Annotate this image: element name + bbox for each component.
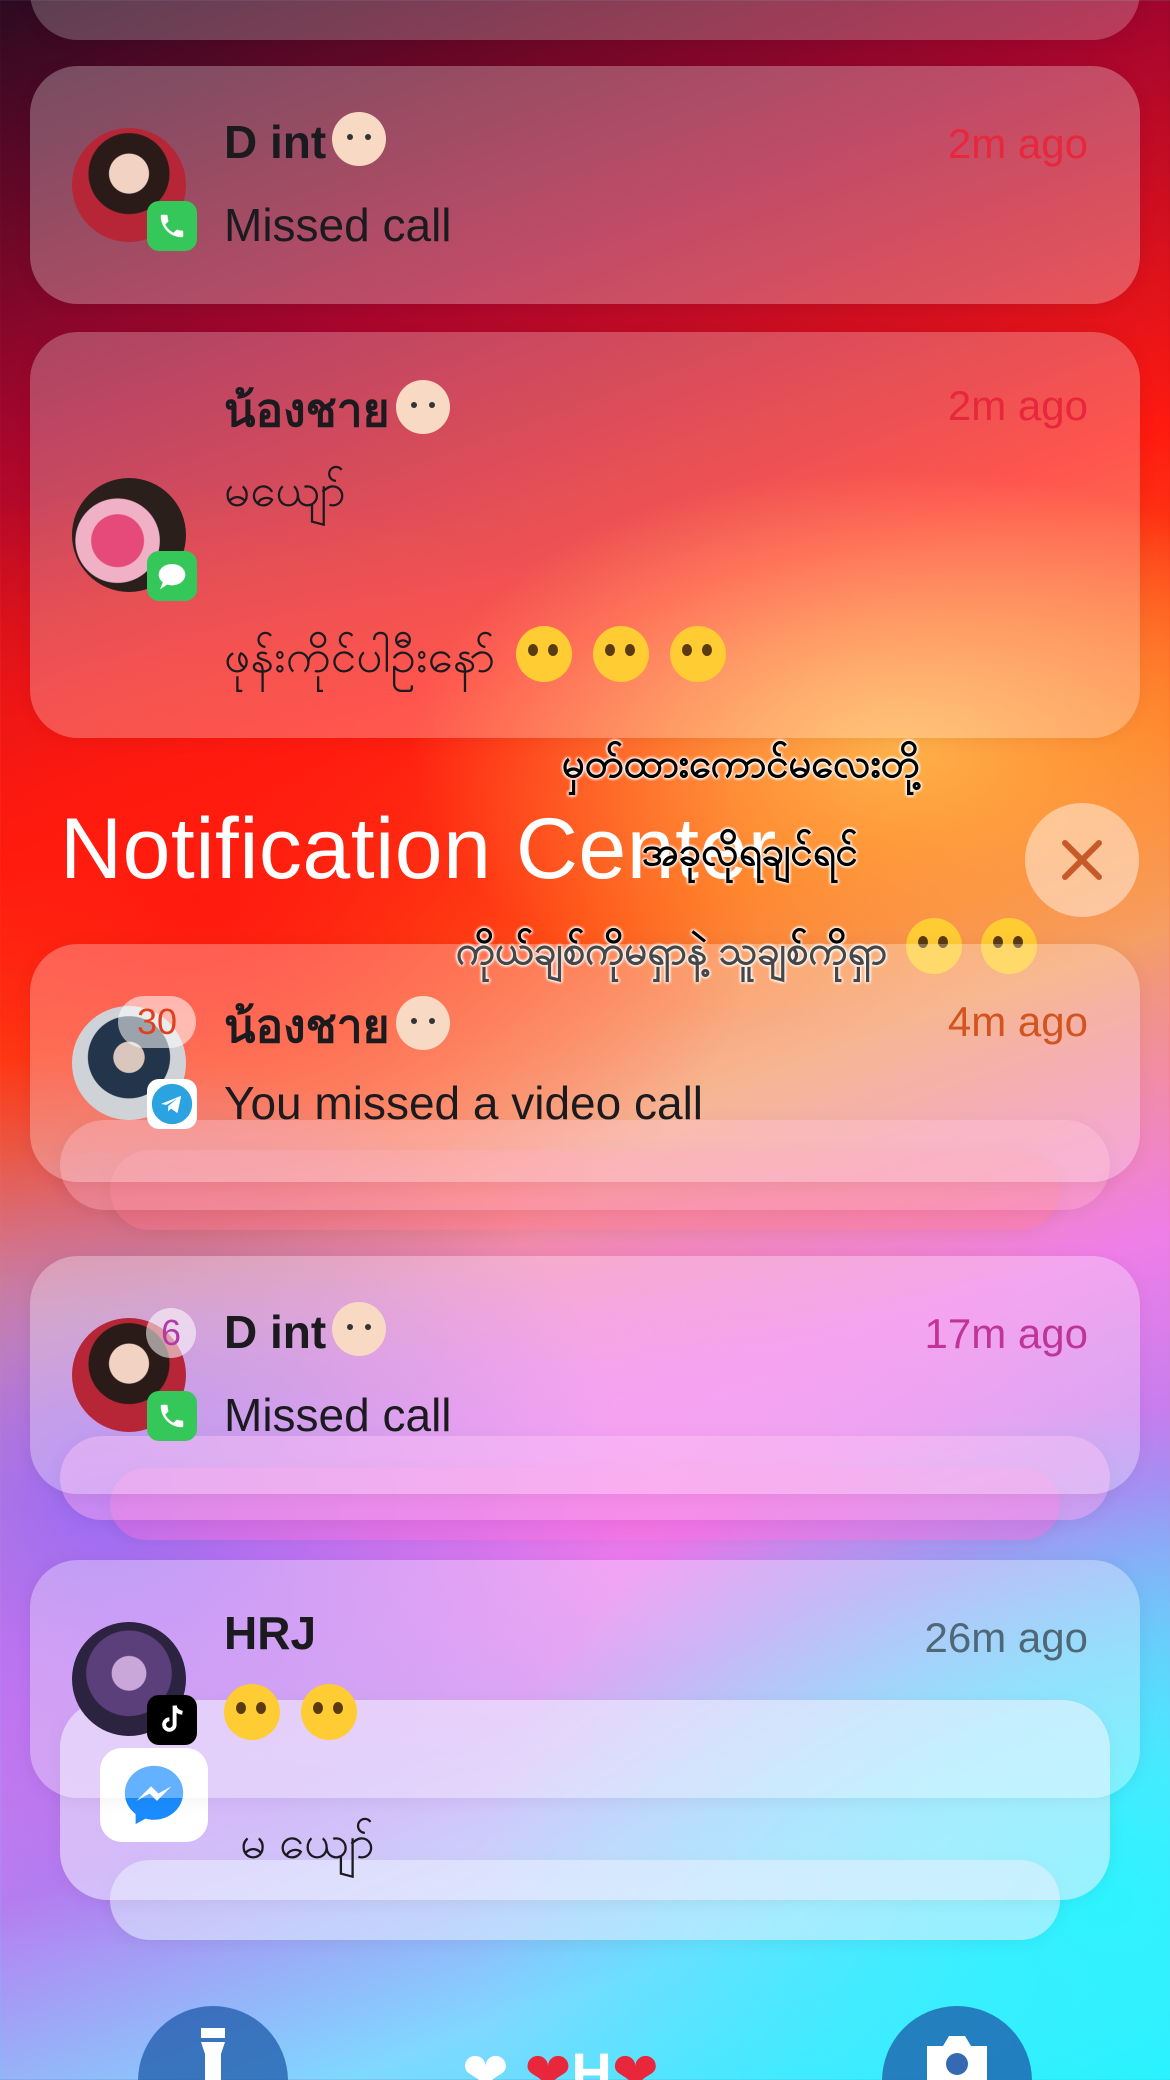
message-text: Missed call xyxy=(224,199,452,251)
sender-name: D int xyxy=(224,1302,387,1359)
widget-text: H xyxy=(571,2041,612,2080)
messages-icon xyxy=(147,551,197,601)
overlay-caption-line-2: အခုလိုရချင်ရင် xyxy=(642,830,858,874)
sender-name: HRJ xyxy=(224,1607,317,1659)
close-icon xyxy=(1062,840,1102,880)
crying-emoji-icon xyxy=(516,626,573,682)
notification-card-dint-missed-call-group[interactable]: 6 D int 17m ago Missed call xyxy=(30,1256,1140,1494)
pleading-emoji-icon xyxy=(300,1684,357,1740)
phone-icon xyxy=(147,1391,197,1441)
baby-emoji-icon xyxy=(395,996,450,1050)
pleading-emoji-icon xyxy=(224,1684,280,1740)
notification-card-dint-missed-call[interactable]: D int 2m ago Missed call xyxy=(30,66,1140,304)
notification-card-message[interactable]: น้องชาย 2m ago မယျော် ဖုန်းကိုင်ပါဦးနော် xyxy=(30,332,1140,738)
timestamp: 17m ago xyxy=(924,1310,1088,1357)
notification-card-partial[interactable] xyxy=(30,0,1140,40)
heart-icon: ❤ xyxy=(462,2041,509,2080)
flashlight-icon xyxy=(201,2028,225,2080)
timestamp: 26m ago xyxy=(924,1614,1088,1661)
message-line-2: ဖုန်းကိုင်ပါဦးနော် xyxy=(224,626,726,695)
telegram-icon xyxy=(147,1079,197,1129)
heart-icon: ❤ xyxy=(524,2041,572,2080)
tiktok-icon xyxy=(147,1695,197,1745)
baby-emoji-icon xyxy=(332,112,387,166)
sender-name: น้องชาย xyxy=(224,374,450,447)
message-text: မ ယျော် xyxy=(240,1816,375,1868)
timestamp: 2m ago xyxy=(947,120,1088,167)
message-text xyxy=(224,1684,357,1741)
notification-card-tiktok[interactable]: HRJ 26m ago xyxy=(30,1560,1140,1798)
overlay-caption-line-1: မှတ်ထားကောင်မလေးတို့ xyxy=(562,742,920,786)
message-line-1: မယျော် xyxy=(224,464,347,516)
lockscreen-heart-widget: ❤ ❤H❤ xyxy=(462,2040,659,2080)
notification-count-badge: 6 xyxy=(146,1308,196,1358)
timestamp: 2m ago xyxy=(947,382,1088,429)
flashlight-button[interactable] xyxy=(138,2006,288,2080)
close-button[interactable] xyxy=(1025,803,1139,917)
sender-name: D int xyxy=(224,112,387,169)
camera-icon xyxy=(927,2036,987,2080)
message-text: You missed a video call xyxy=(224,1077,704,1129)
notification-count-badge: 30 xyxy=(118,996,196,1048)
pleading-emoji-icon xyxy=(592,626,649,682)
message-text: Missed call xyxy=(224,1389,452,1441)
sender-name: น้องชาย xyxy=(224,990,450,1063)
pleading-emoji-icon xyxy=(669,626,726,682)
notification-card-telegram[interactable]: 30 น้องชาย 4m ago You missed a video cal… xyxy=(30,944,1140,1182)
timestamp: 4m ago xyxy=(947,998,1088,1045)
heart-icon: ❤ xyxy=(611,2041,659,2080)
baby-emoji-icon xyxy=(332,1302,387,1356)
camera-button[interactable] xyxy=(882,2006,1032,2080)
baby-emoji-icon xyxy=(395,380,450,434)
phone-icon xyxy=(147,201,197,251)
